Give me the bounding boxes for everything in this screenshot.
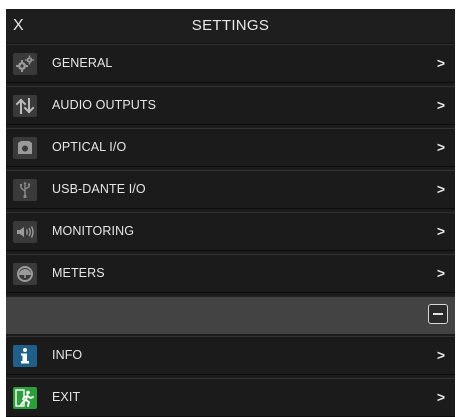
collapse-button[interactable] <box>428 304 448 324</box>
chevron-right-icon: > <box>436 55 445 71</box>
menu-item-label: EXIT <box>52 390 81 404</box>
usb-icon <box>13 179 37 201</box>
menu-item-label: USB-DANTE I/O <box>52 182 146 196</box>
chevron-right-icon: > <box>436 139 445 155</box>
menu-item-meters[interactable]: METERS > <box>6 254 455 293</box>
menu-item-audio-outputs[interactable]: AUDIO OUTPUTS > <box>6 86 455 125</box>
optical-port-icon <box>13 137 37 159</box>
menu-item-info[interactable]: INFO > <box>6 336 455 375</box>
settings-header: X SETTINGS <box>6 9 455 44</box>
chevron-right-icon: > <box>436 223 445 239</box>
menu-item-label: INFO <box>52 348 83 362</box>
menu-item-label: GENERAL <box>52 56 113 70</box>
menu-item-monitoring[interactable]: MONITORING > <box>6 212 455 251</box>
menu-item-label: OPTICAL I/O <box>52 140 127 154</box>
chevron-right-icon: > <box>436 181 445 197</box>
exit-icon <box>13 387 37 409</box>
gears-icon <box>13 53 37 75</box>
minus-icon <box>433 313 443 315</box>
up-down-arrows-icon <box>13 95 37 117</box>
menu-item-label: METERS <box>52 266 105 280</box>
speaker-icon <box>13 221 37 243</box>
chevron-right-icon: > <box>436 265 445 281</box>
menu-item-label: MONITORING <box>52 224 135 238</box>
page-title: SETTINGS <box>191 17 270 34</box>
settings-panel: X SETTINGS GENERAL > AUDIO OUTPUTS > OPT… <box>6 9 455 417</box>
section-collapse-bar <box>6 296 455 334</box>
menu-item-optical-io[interactable]: OPTICAL I/O > <box>6 128 455 167</box>
menu-item-usb-dante-io[interactable]: USB-DANTE I/O > <box>6 170 455 209</box>
menu-item-exit[interactable]: EXIT > <box>6 378 455 417</box>
menu-item-general[interactable]: GENERAL > <box>6 44 455 83</box>
menu-item-label: AUDIO OUTPUTS <box>52 98 157 112</box>
chevron-right-icon: > <box>436 97 445 113</box>
chevron-right-icon: > <box>436 347 445 363</box>
meter-gauge-icon <box>13 263 37 285</box>
chevron-right-icon: > <box>436 389 445 405</box>
info-icon <box>13 345 37 367</box>
